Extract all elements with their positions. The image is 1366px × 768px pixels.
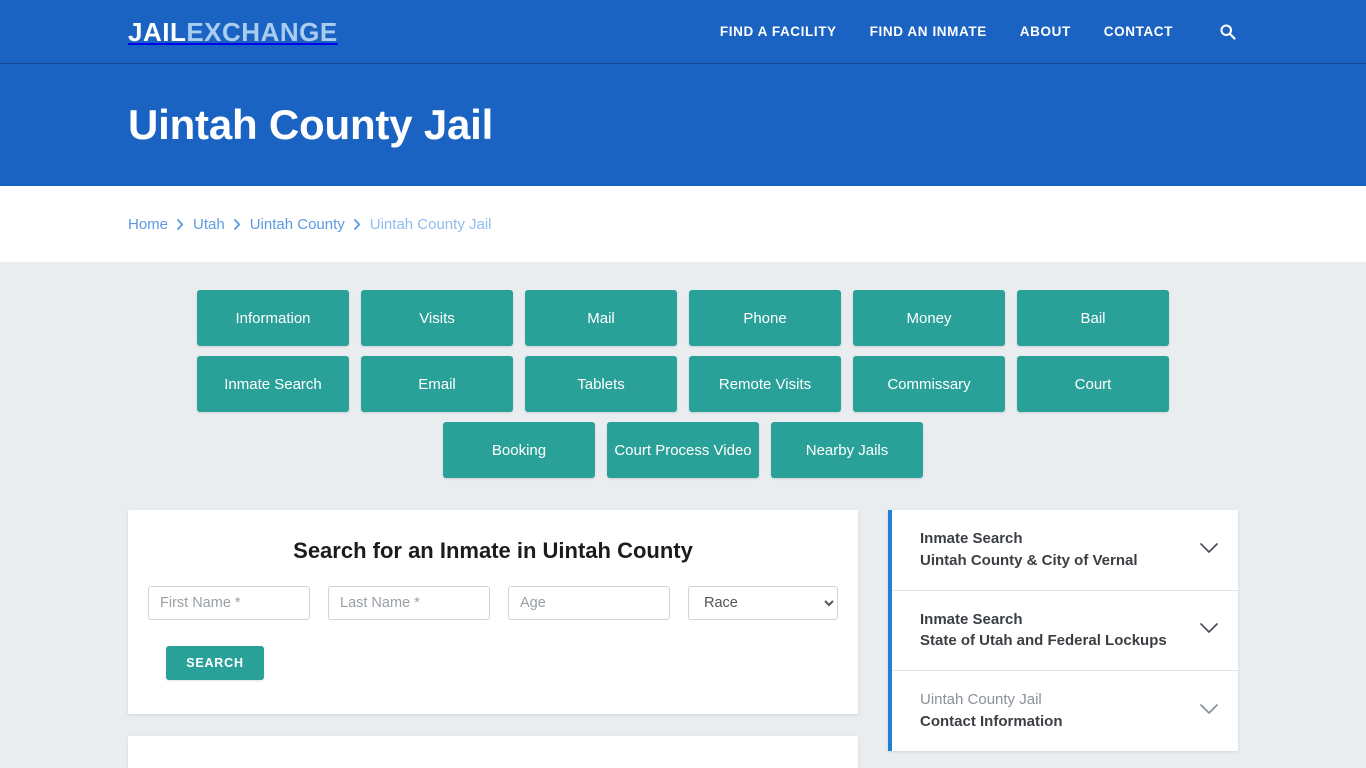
accordion-item-inmate-search-state[interactable]: Inmate Search State of Utah and Federal …	[892, 591, 1238, 671]
section-button-bail[interactable]: Bail	[1017, 290, 1169, 346]
breadcrumb-item-current: Uintah County Jail	[369, 215, 492, 233]
accordion-line-1: Inmate Search	[920, 610, 1023, 628]
accordion-item-inmate-search-county[interactable]: Inmate Search Uintah County & City of Ve…	[892, 510, 1238, 591]
breadcrumb: Home Utah Uintah County Uintah County Ja…	[128, 216, 492, 233]
section-button-remote-visits[interactable]: Remote Visits	[689, 356, 841, 412]
inmate-search-card: Search for an Inmate in Uintah County Ra…	[128, 510, 858, 714]
sidebar-accordion: Inmate Search Uintah County & City of Ve…	[888, 510, 1238, 751]
logo-text-primary: JAIL	[128, 16, 187, 47]
section-button-phone[interactable]: Phone	[689, 290, 841, 346]
section-button-booking[interactable]: Booking	[443, 422, 595, 478]
race-select[interactable]: Race	[688, 586, 838, 620]
nav-item-contact[interactable]: CONTACT	[1104, 24, 1173, 39]
hero-banner: Uintah County Jail	[0, 64, 1366, 186]
age-input[interactable]	[508, 586, 670, 620]
chevron-down-icon	[1200, 702, 1218, 720]
jail-information-card: Uintah County Jail Information	[128, 736, 858, 768]
section-button-court[interactable]: Court	[1017, 356, 1169, 412]
inmate-search-heading: Search for an Inmate in Uintah County	[293, 538, 693, 563]
search-icon[interactable]	[1216, 21, 1238, 43]
accordion-line-2: Contact Information	[920, 712, 1063, 730]
breadcrumb-item-uintah-county[interactable]: Uintah County	[250, 216, 345, 233]
accordion-line-2: Uintah County & City of Vernal	[920, 551, 1138, 569]
accordion-label: Uintah County Jail Contact Information	[920, 689, 1063, 733]
page-title: Uintah County Jail	[128, 101, 494, 148]
chevron-down-icon	[1200, 541, 1218, 559]
nav-item-find-a-facility[interactable]: FIND A FACILITY	[720, 24, 837, 39]
breadcrumb-item-home[interactable]: Home	[128, 216, 168, 233]
accordion-line-2: State of Utah and Federal Lockups	[920, 632, 1167, 650]
section-button-email[interactable]: Email	[361, 356, 513, 412]
accordion-item-contact-information[interactable]: Uintah County Jail Contact Information	[892, 671, 1238, 751]
last-name-input[interactable]	[328, 586, 490, 620]
content-area: Search for an Inmate in Uintah County Ra…	[128, 510, 1238, 768]
page-body: Information Visits Mail Phone Money Bail…	[0, 262, 1366, 768]
logo-text-secondary: EXCHANGE	[186, 16, 338, 47]
section-button-mail[interactable]: Mail	[525, 290, 677, 346]
chevron-right-icon	[233, 218, 241, 230]
left-column: Search for an Inmate in Uintah County Ra…	[128, 510, 858, 768]
right-column: Inmate Search Uintah County & City of Ve…	[888, 510, 1238, 751]
section-button-tablets[interactable]: Tablets	[525, 356, 677, 412]
breadcrumb-bar: Home Utah Uintah County Uintah County Ja…	[0, 186, 1366, 262]
accordion-label: Inmate Search Uintah County & City of Ve…	[920, 528, 1138, 572]
section-button-inmate-search[interactable]: Inmate Search	[197, 356, 349, 412]
top-navbar: JAILEXCHANGE FIND A FACILITY FIND AN INM…	[0, 0, 1366, 64]
section-button-money[interactable]: Money	[853, 290, 1005, 346]
chevron-right-icon	[353, 218, 361, 230]
section-button-visits[interactable]: Visits	[361, 290, 513, 346]
section-button-nearby-jails[interactable]: Nearby Jails	[771, 422, 923, 478]
chevron-down-icon	[1200, 621, 1218, 639]
chevron-right-icon	[177, 218, 184, 230]
accordion-line-1: Inmate Search	[920, 530, 1023, 547]
facility-section-buttons: Information Visits Mail Phone Money Bail…	[127, 290, 1239, 478]
accordion-line-1: Uintah County Jail	[920, 691, 1042, 708]
section-button-court-process-video[interactable]: Court Process Video	[607, 422, 759, 478]
site-logo[interactable]: JAILEXCHANGE	[128, 19, 338, 45]
section-button-information[interactable]: Information	[197, 290, 349, 346]
first-name-input[interactable]	[148, 586, 310, 620]
nav-item-find-an-inmate[interactable]: FIND AN INMATE	[870, 24, 987, 39]
main-navigation: FIND A FACILITY FIND AN INMATE ABOUT CON…	[720, 21, 1238, 43]
inmate-search-form: Race	[148, 586, 838, 620]
search-submit-button[interactable]: SEARCH	[166, 646, 264, 680]
accordion-label: Inmate Search State of Utah and Federal …	[920, 609, 1167, 653]
section-button-commissary[interactable]: Commissary	[853, 356, 1005, 412]
breadcrumb-item-utah[interactable]: Utah	[193, 216, 225, 233]
nav-item-about[interactable]: ABOUT	[1020, 24, 1071, 39]
